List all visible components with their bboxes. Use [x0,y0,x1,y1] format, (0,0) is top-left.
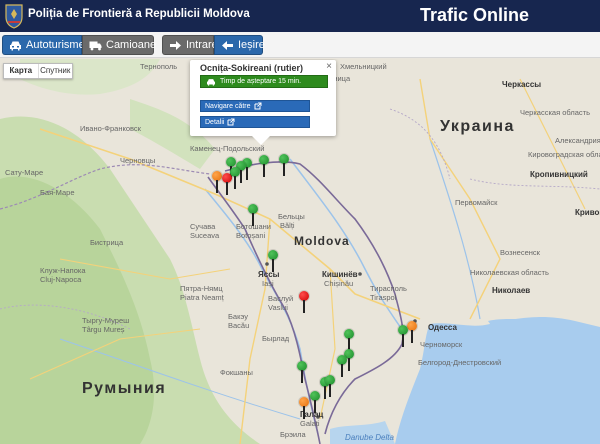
marker-crossing-palanca[interactable] [407,321,417,343]
car-icon [10,41,21,50]
label-danube-delta: Danube Delta [345,433,394,442]
organization-name: Poliția de Frontieră a Republicii Moldov… [28,8,250,20]
label-braila: Брэила [280,430,306,439]
app-title: Trafic Online [420,5,530,25]
marker-crossing-south-3[interactable] [325,375,335,397]
label-khmelnytskyi: Хмельницкий [340,62,387,71]
navigate-to-label: Navigare către [205,102,251,110]
label-balti: Bălți [280,221,295,230]
trucks-filter-button[interactable]: Camioane [82,35,157,55]
arrow-right-icon [170,40,181,50]
label-vaslui: Васлуй [268,294,294,303]
exit-direction-button[interactable]: Ieșire [214,35,265,55]
label-iasi-ro: Iași [262,279,274,288]
label-moldova: Moldova [294,234,350,248]
navigate-to-button[interactable]: Navigare către [200,100,310,112]
marker-crossing-cahul[interactable] [310,391,320,413]
exit-direction-label: Ieșire [238,39,265,51]
marker-crossing-east-3[interactable] [337,355,347,377]
label-kryvyi-rih: Кривой [575,208,600,217]
app-header: Poliția de Frontieră a Republicii Moldov… [0,0,600,32]
label-baia-mare: Бая-Маре [40,188,75,197]
label-targu-mures-ro: Târgu Mureș [82,325,125,334]
label-pervomaisk: Первомайск [455,198,498,207]
label-focsani: Фокшаны [220,368,253,377]
label-oleksandriia: Александрия [555,136,600,145]
label-chernivtsi: Черновцы [120,156,156,165]
label-voznesensk: Вознесенск [500,248,540,257]
entry-direction-button[interactable]: Intrare [162,35,218,55]
label-kamianets-podilskyi: Каменец-Подольский [190,144,265,153]
marker-crossing-lipcani[interactable] [230,167,240,189]
map-type-map-option[interactable]: Карта [4,64,39,78]
marker-crossing-criva-mamaliga[interactable] [212,171,222,193]
label-cherkasy-obl: Черкасская область [520,108,590,117]
marker-crossing-sculeni[interactable] [268,250,278,272]
popup-close-button[interactable]: × [326,61,332,72]
truck-icon [89,41,102,50]
marker-crossing-giurgiulesti[interactable] [299,397,309,419]
marker-crossing-ocnita-sokireani[interactable] [279,154,289,176]
cars-filter-button[interactable]: Autoturisme [2,35,85,55]
popup-title: Ocnița-Sokireani (rutier) [200,63,304,73]
marker-crossing-leuseni[interactable] [299,291,309,313]
label-botosani-ro: Botoșani [236,231,266,240]
marker-crossing-tudora[interactable] [398,325,408,347]
label-ukraine: Украина [440,118,515,135]
wait-time-text: Timp de așteptare 15 min. [220,78,302,85]
label-iasi: Яссы [258,270,280,279]
crossing-info-popup: × Ocnița-Sokireani (rutier) Timp de aște… [190,60,336,145]
map-type-satellite-option[interactable]: Спутник [39,64,73,78]
details-label: Detalii [205,118,225,126]
trucks-filter-label: Camioane [106,39,157,51]
label-mykolaiv-obl: Николаевская область [470,268,549,277]
label-targu-mures: Тыргу-Муреш [82,316,130,325]
border-police-emblem-icon [5,4,23,29]
label-piatra-neamt-ro: Piatra Neamț [180,293,224,302]
label-piatra-neamt: Пятра-Нямц [180,284,223,293]
car-icon [207,78,215,86]
label-cluj-ro: Cluj-Napoca [40,275,82,284]
marker-crossing-east-1[interactable] [344,329,354,351]
label-bacau-ro: Bacău [228,321,250,330]
label-tiraspol-ro: Tiraspol [370,293,397,302]
wait-time-badge: Timp de așteptare 15 min. [200,75,328,88]
label-cherkasy: Черкассы [502,80,542,89]
label-chisinau-ro: Chișinău [324,279,354,288]
label-suceava-ro: Suceava [190,231,220,240]
label-beltsy: Бельцы [278,212,305,221]
label-suceava: Сучава [190,222,216,231]
filter-toolbar: Autoturisme Camioane Intrare Ieșire [0,32,600,58]
map-view[interactable]: Карта Спутник Украина Moldova Румыния Че… [0,59,600,444]
label-barlad: Бырлад [262,334,290,343]
label-bistrita: Бистрица [90,238,124,247]
external-link-icon [254,102,262,110]
label-kirovohrad-obl: Кировоградская область [528,150,600,159]
label-ternopil: Тернополь [140,62,178,71]
label-odesa: Одесса [428,323,457,332]
label-galati-ro: Galați [300,419,320,428]
label-ivano-frankivsk: Ивано-Франковск [80,124,141,133]
marker-crossing-costesti[interactable] [248,204,258,226]
label-bilhorod: Белгород-Днестровский [418,358,502,367]
details-button[interactable]: Detalii [200,116,310,128]
cars-filter-label: Autoturisme [26,39,85,51]
label-tiraspol: Тирасполь [370,284,407,293]
arrow-left-icon [222,40,233,50]
external-link-icon [227,118,235,126]
label-kropyvnytskyi: Кропивницкий [530,170,588,179]
label-bacau: Бакэу [228,312,249,321]
label-satu-mare: Сату-Маре [5,168,44,177]
label-cluj: Клуж-Напока [40,266,86,275]
label-romania: Румыния [82,380,167,397]
label-mykolaiv: Николаев [492,286,531,295]
marker-crossing-north-1[interactable] [259,155,269,177]
label-chornomorsk: Черноморск [420,340,463,349]
label-chisinau: Кишинёв [322,270,358,279]
label-vaslui-ro: Vaslui [268,303,288,312]
marker-crossing-south-1[interactable] [297,361,307,383]
map-type-control[interactable]: Карта Спутник [3,63,73,79]
